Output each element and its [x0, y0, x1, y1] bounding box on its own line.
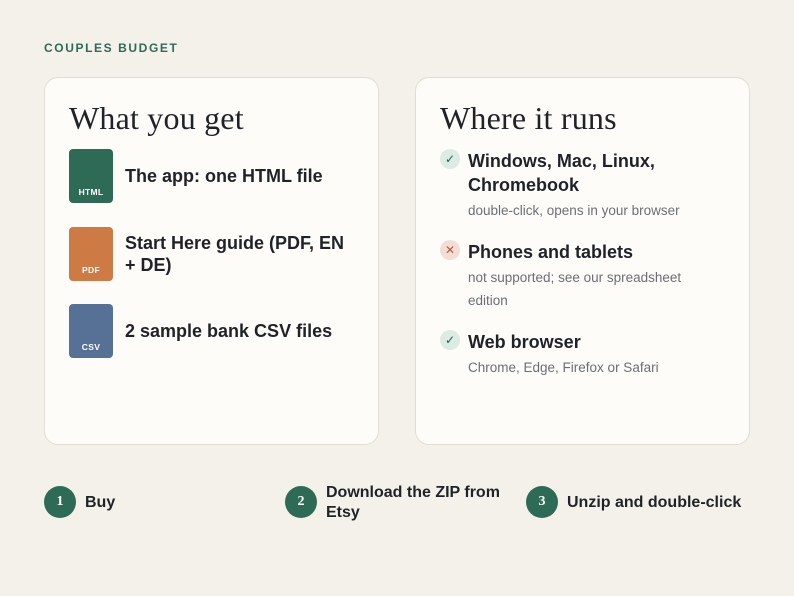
- step-buy: 1 Buy: [44, 486, 244, 520]
- file-item-label: The app: one HTML file: [125, 166, 323, 186]
- run-item-mobile: ✕ Phones and tablets not supported; see …: [440, 240, 730, 312]
- file-item-pdf: PDF Start Here guide (PDF, EN + DE): [69, 227, 359, 281]
- file-item-csv: CSV 2 sample bank CSV files: [69, 304, 359, 358]
- html-file-icon: HTML: [69, 149, 113, 203]
- file-ext-label: CSV: [81, 342, 101, 352]
- what-you-get-card: What you get HTML The app: one HTML file…: [44, 77, 379, 445]
- run-item-subtitle: not supported; see our spreadsheet editi…: [468, 270, 682, 308]
- csv-file-icon: CSV: [69, 304, 113, 358]
- file-ext-label: HTML: [78, 187, 104, 197]
- file-item-label: 2 sample bank CSV files: [125, 321, 333, 341]
- file-ext-label: PDF: [82, 265, 100, 275]
- step-number-badge: 2: [285, 486, 317, 518]
- run-item-browser: ✓ Web browser Chrome, Edge, Firefox or S…: [440, 330, 730, 379]
- step-label: Unzip and double-click: [567, 494, 742, 511]
- run-item-title: Phones and tablets: [468, 242, 634, 262]
- what-you-get-title: What you get: [69, 100, 244, 136]
- check-icon: ✓: [440, 330, 460, 350]
- step-number-badge: 1: [44, 486, 76, 518]
- run-item-desktop: ✓ Windows, Mac, Linux, Chromebook double…: [440, 149, 730, 222]
- run-item-subtitle: Chrome, Edge, Firefox or Safari: [468, 360, 659, 375]
- check-icon: ✓: [440, 149, 460, 169]
- step-label: Buy: [85, 494, 116, 511]
- run-item-title: Windows, Mac, Linux, Chromebook: [468, 151, 655, 195]
- run-item-subtitle: double-click, opens in your browser: [468, 203, 680, 218]
- brand-label: COUPLES BUDGET: [44, 41, 179, 55]
- run-item-title: Web browser: [468, 332, 581, 352]
- file-item-html: HTML The app: one HTML file: [69, 149, 359, 203]
- where-it-runs-title: Where it runs: [440, 100, 617, 136]
- step-unzip: 3 Unzip and double-click: [526, 486, 756, 520]
- step-number-badge: 3: [526, 486, 558, 518]
- step-download: 2 Download the ZIP from Etsy: [285, 484, 510, 521]
- where-it-runs-card: Where it runs ✓ Windows, Mac, Linux, Chr…: [415, 77, 750, 445]
- cross-icon: ✕: [440, 240, 460, 260]
- file-item-label: Start Here guide (PDF, EN + DE): [125, 233, 345, 275]
- pdf-file-icon: PDF: [69, 227, 113, 281]
- step-label: Download the ZIP from Etsy: [326, 484, 500, 521]
